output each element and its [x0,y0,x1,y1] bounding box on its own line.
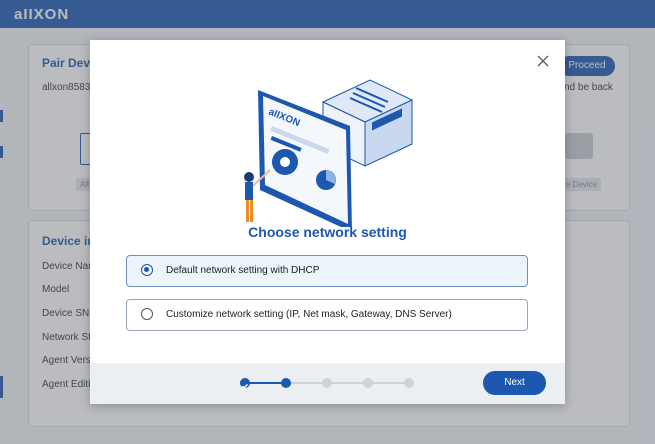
stepper-connector [327,382,368,384]
step-pending-icon [322,378,332,388]
close-icon[interactable] [536,54,550,68]
progress-stepper [240,377,414,389]
dhcp-option-label: Default network setting with DHCP [166,265,320,276]
step-pending-icon [404,378,414,388]
custom-network-option-label: Customize network setting (IP, Net mask,… [166,309,452,320]
network-setting-dialog: aIIXON Choose network setting Default ne… [90,40,565,404]
stepper-connector [245,382,286,384]
dialog-title: Choose network setting [248,224,407,240]
next-button[interactable]: Next [483,371,546,395]
network-illustration: aIIXON [244,79,414,227]
step-current-icon [281,378,291,388]
stepper-connector [286,382,327,384]
dhcp-option[interactable]: Default network setting with DHCP [126,255,528,287]
radio-unselected-icon[interactable] [141,308,153,320]
step-pending-icon [363,378,373,388]
stepper-connector [368,382,409,384]
custom-network-option[interactable]: Customize network setting (IP, Net mask,… [126,299,528,331]
radio-selected-icon[interactable] [141,264,153,276]
step-completed-icon [240,378,250,389]
dialog-footer: Next [90,363,565,404]
